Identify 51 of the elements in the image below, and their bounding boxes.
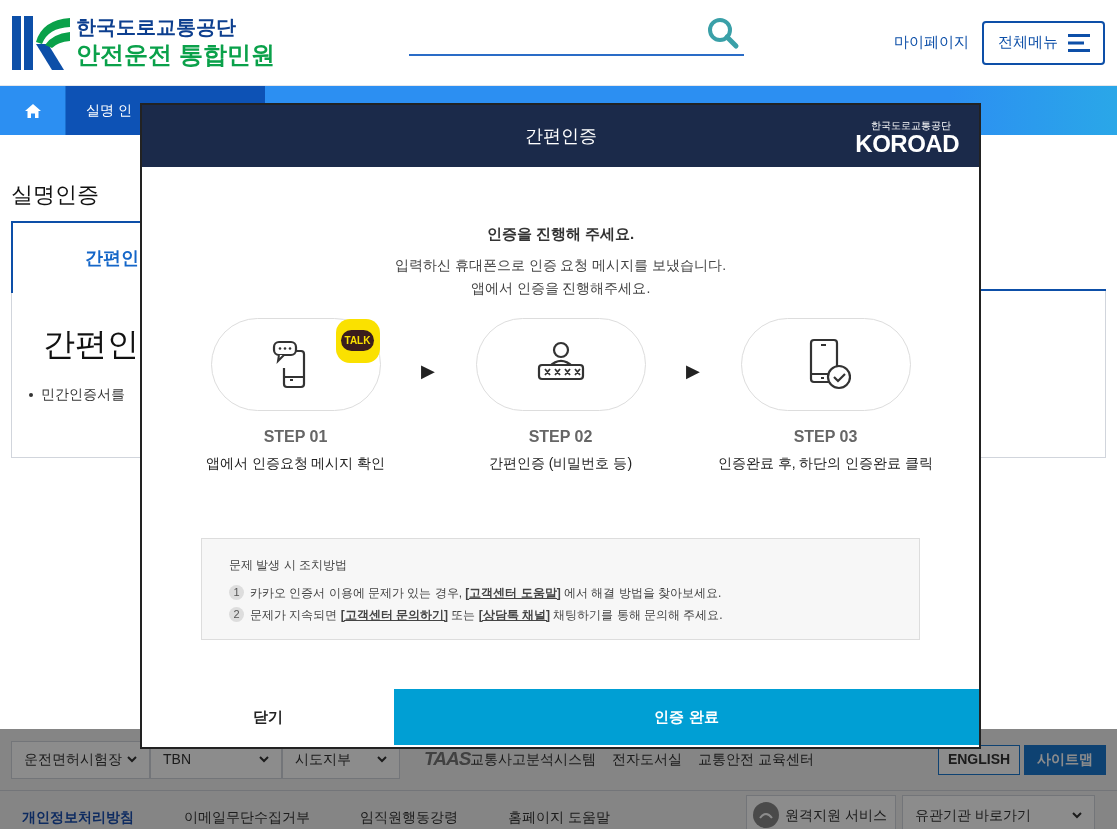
organization-name: 한국도로교통공단 bbox=[76, 14, 237, 39]
logo-icon bbox=[12, 13, 70, 72]
service-name: 안전운전 통합민원 bbox=[76, 39, 275, 70]
number-badge: 1 bbox=[229, 585, 244, 600]
chevron-down-icon bbox=[127, 756, 137, 763]
remote-support-button[interactable]: 원격지원 서비스 bbox=[746, 795, 896, 829]
footer-link[interactable]: 교통안전 교육센터 bbox=[698, 749, 815, 770]
footer-link[interactable]: 임직원행동강령 bbox=[360, 807, 458, 828]
koroad-logo: KOROAD bbox=[855, 131, 959, 157]
step-description: 간편인증 (비밀번호 등) bbox=[488, 453, 633, 473]
message-text: 앱에서 인증을 진행해주세요. bbox=[470, 278, 651, 298]
related-sites-dropdown[interactable]: 유관기관 바로가기 bbox=[902, 795, 1095, 829]
dropdown[interactable]: 운전면허시험장 bbox=[11, 740, 150, 779]
taas-logo: TAAS bbox=[424, 747, 471, 772]
bullet-icon bbox=[29, 392, 33, 397]
search-icon bbox=[705, 15, 740, 50]
modal-title: 간편인증 bbox=[524, 124, 597, 148]
all-menu-button[interactable]: 전체메뉴 bbox=[982, 20, 1105, 65]
breadcrumb-item[interactable]: 실명 인 bbox=[86, 100, 132, 121]
chevron-down-icon bbox=[1072, 811, 1082, 819]
my-page-link[interactable]: 마이페이지 bbox=[894, 31, 969, 54]
step-label: STEP 01 bbox=[263, 426, 328, 447]
step-label: STEP 02 bbox=[528, 426, 593, 447]
footer-link[interactable]: 전자도서실 bbox=[612, 749, 683, 770]
sitemap-button[interactable]: 사이트맵 bbox=[1024, 744, 1106, 775]
number-badge: 2 bbox=[229, 607, 244, 622]
footer-link[interactable]: 홈페이지 도움말 bbox=[508, 807, 610, 828]
step-label: STEP 03 bbox=[793, 426, 858, 447]
footer-link[interactable]: 교통사고분석시스템 bbox=[470, 749, 597, 770]
arrow-icon: ▶ bbox=[645, 357, 741, 385]
menu-icon bbox=[1067, 33, 1090, 52]
search-field[interactable] bbox=[408, 15, 744, 56]
talk-badge: TALK bbox=[335, 318, 380, 363]
section-heading: 간편인 bbox=[43, 325, 139, 364]
footer-link[interactable]: 개인정보처리방침 bbox=[22, 807, 134, 828]
step-description: 인증완료 후, 하단의 인증완료 클릭 bbox=[717, 453, 934, 473]
chevron-down-icon bbox=[377, 756, 387, 763]
message-text: 입력하신 휴대폰으로 인증 요청 메시지를 보냈습니다. bbox=[394, 255, 727, 275]
help-text: 카카오 인증서 이용에 문제가 있는 경우, [고객센터 도움말] 에서 해결 방법을 찾아보세요. bbox=[250, 584, 722, 602]
home-icon bbox=[24, 103, 41, 118]
help-text: 문제가 지속되면 [고객센터 문의하기] 또는 [상담톡 채널] 채팅하기를 통해 문의해 주세요. bbox=[250, 606, 723, 624]
step-description: 앱에서 인증요청 메시지 확인 bbox=[205, 453, 386, 473]
chevron-down-icon bbox=[259, 756, 269, 763]
arrow-icon: ▶ bbox=[380, 357, 476, 385]
bullet-text: 민간인증서를 bbox=[41, 385, 125, 404]
confirm-button[interactable]: 인증 완료 bbox=[394, 689, 979, 745]
logo-caption: 한국도로교통공단 bbox=[871, 120, 951, 131]
page-title: 실명인증 bbox=[11, 181, 100, 209]
help-title: 문제 발생 시 조치방법 bbox=[229, 556, 348, 574]
prompt-text: 인증을 진행해 주세요. bbox=[486, 224, 635, 244]
footer-link[interactable]: 이메일무단수집거부 bbox=[184, 807, 310, 828]
